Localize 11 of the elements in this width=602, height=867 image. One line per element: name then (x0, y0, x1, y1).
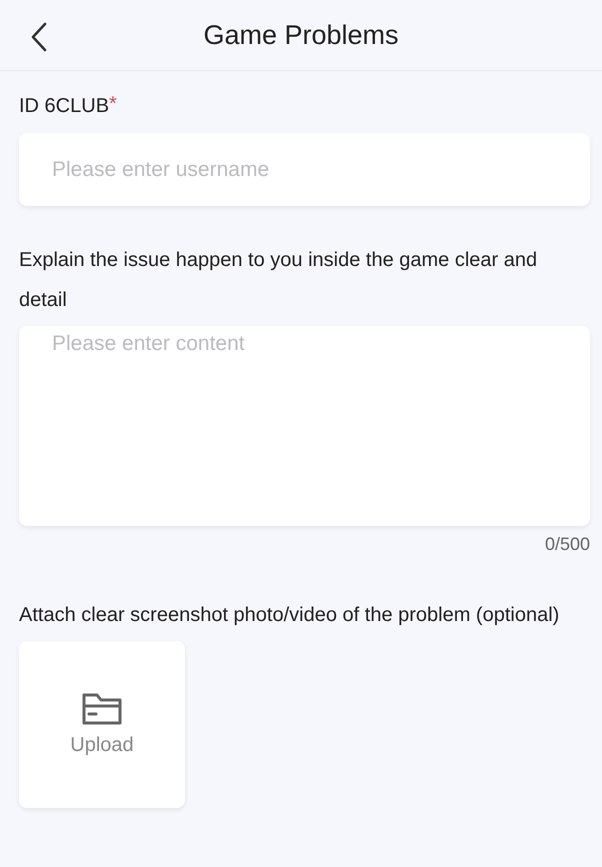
page-title: Game Problems (203, 20, 399, 50)
field-label: Attach clear screenshot photo/video of the problem (optional) (19, 603, 560, 628)
back-chevron-icon (30, 22, 48, 52)
required-mark: * (109, 93, 117, 117)
username-field[interactable]: Please enter username (19, 133, 590, 206)
upload-button[interactable]: Upload (19, 641, 185, 808)
character-counter: 0/500 (544, 534, 590, 555)
content-field[interactable]: Please enter content (19, 326, 590, 526)
field-label: ID 6CLUB (19, 94, 110, 119)
field-label: Explain the issue happen to you inside the game clear and detail (19, 248, 538, 313)
folder-icon (81, 692, 123, 726)
